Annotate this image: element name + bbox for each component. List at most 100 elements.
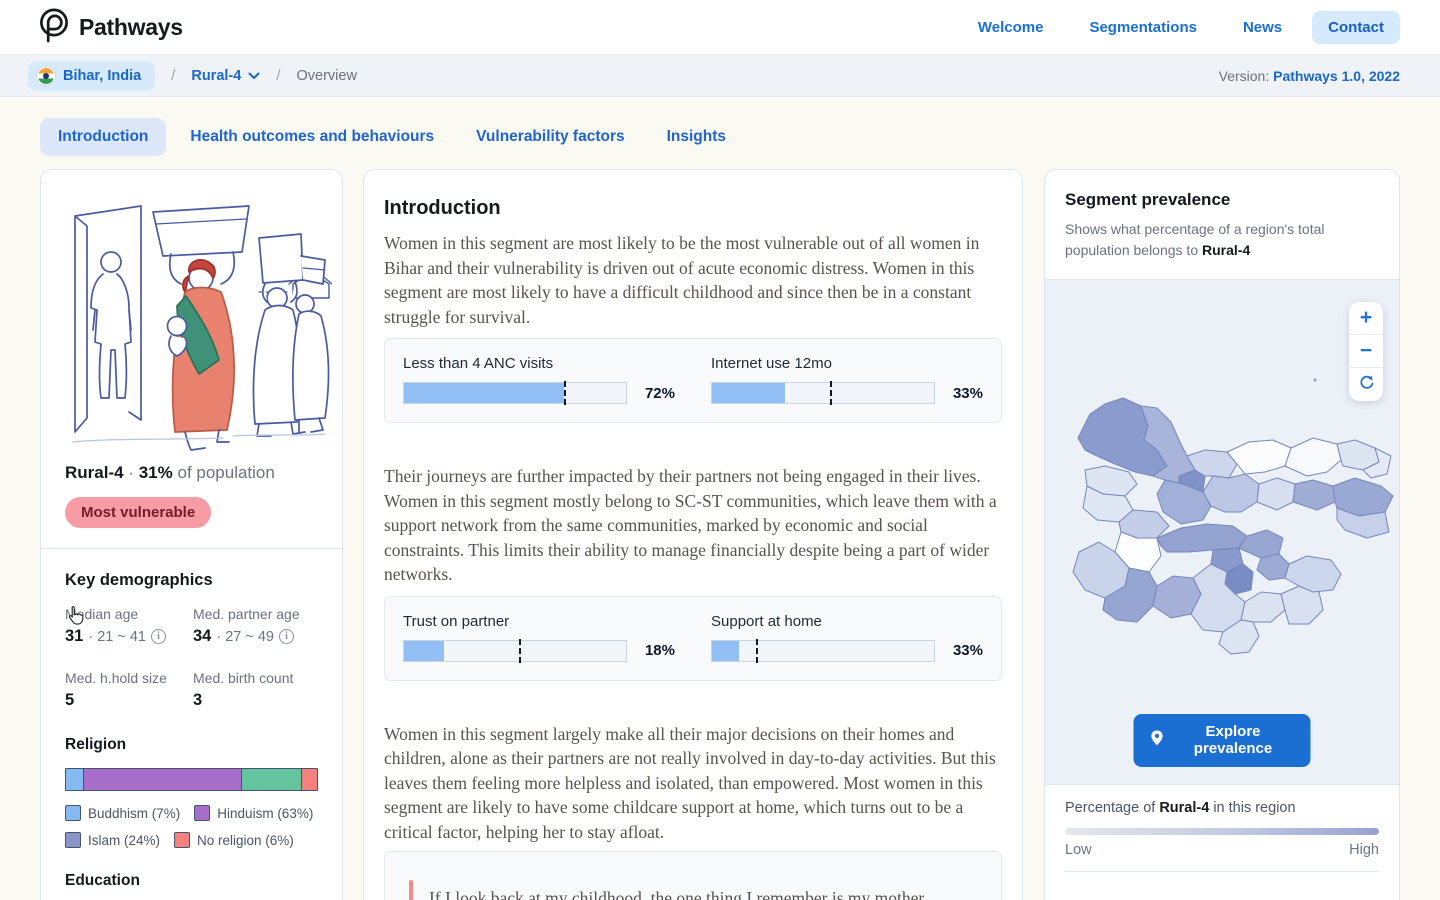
stat-value: 33%: [945, 642, 983, 659]
chevron-down-icon: [248, 68, 260, 84]
breadcrumb-separator: /: [171, 67, 175, 84]
nav-item-contact[interactable]: Contact: [1312, 11, 1400, 44]
prevalence-title: Segment prevalence: [1065, 190, 1379, 210]
religion-title: Religion: [65, 736, 318, 754]
legend-item-buddhism: Buddhism (7%): [65, 805, 180, 821]
stat-anc-visits: Less than 4 ANC visits 72%: [403, 355, 675, 404]
prevalence-description-segment: Rural-4: [1202, 242, 1250, 258]
segment-name-row: Rural-4 · 31% of population: [41, 457, 342, 483]
nav-item-news[interactable]: News: [1227, 11, 1298, 44]
map-reset-button[interactable]: [1349, 368, 1383, 401]
info-icon[interactable]: i: [279, 629, 294, 644]
explore-prevalence-button[interactable]: Explore prevalence: [1134, 714, 1311, 767]
breadcrumb-region-label: Bihar, India: [63, 68, 141, 84]
stat-value: 18%: [637, 642, 675, 659]
demo-range: · 21 ~ 41: [88, 629, 146, 645]
prevalence-scale-caption: Percentage of Rural-4 in this region: [1065, 800, 1379, 816]
legend-swatch: [194, 805, 210, 821]
stat-bar-fill: [712, 641, 739, 661]
segment-population-suffix: of population: [177, 463, 274, 482]
intro-paragraph-2: Their journeys are further impacted by t…: [384, 464, 1002, 587]
demo-value: 5: [65, 691, 74, 710]
legend-label: No religion (6%): [197, 833, 294, 848]
legend-label: Islam (24%): [88, 833, 160, 848]
stat-label: Trust on partner: [403, 613, 675, 630]
scale-low-label: Low: [1065, 842, 1092, 858]
religion-stacked-bar: [65, 768, 318, 791]
prevalence-gradient-scale: [1065, 828, 1379, 835]
stat-label: Less than 4 ANC visits: [403, 355, 675, 372]
quote-text: If I look back at my childhood, the one …: [429, 880, 924, 900]
bihar-choropleth-map[interactable]: [1045, 280, 1399, 786]
stat-label: Internet use 12mo: [711, 355, 983, 372]
brand[interactable]: Pathways: [36, 7, 183, 48]
demo-item-birth-count: Med. birth count 3: [193, 670, 318, 710]
stat-group-1: Less than 4 ANC visits 72% Internet use …: [384, 338, 1002, 423]
stat-average-marker: [830, 381, 832, 405]
demo-range: · 27 ~ 49: [216, 629, 274, 645]
segment-name: Rural-4: [65, 463, 124, 482]
breadcrumb-bar: Bihar, India / Rural-4 / Overview Versio…: [0, 55, 1440, 97]
demo-item-partner-age: Med. partner age 34 · 27 ~ 49 i: [193, 606, 318, 646]
breadcrumb: Bihar, India / Rural-4 / Overview: [28, 61, 357, 91]
demo-label: Med. partner age: [193, 606, 318, 622]
breadcrumb-segment-dropdown[interactable]: Rural-4: [191, 68, 260, 84]
brand-name: Pathways: [79, 14, 183, 41]
legend-label: Hinduism (63%): [217, 806, 313, 821]
version-label: Version:: [1219, 68, 1270, 84]
demo-value: 31: [65, 627, 83, 646]
zoom-out-button[interactable]: −: [1349, 335, 1383, 368]
explore-prevalence-label: Explore prevalence: [1173, 723, 1294, 757]
demo-value: 3: [193, 691, 202, 710]
stat-average-marker: [564, 381, 566, 405]
demo-value: 34: [193, 627, 211, 646]
caption-prefix: Percentage of: [1065, 800, 1159, 816]
segment-population-pct: 31%: [139, 463, 173, 482]
stat-support-at-home: Support at home 33%: [711, 613, 983, 662]
scale-high-label: High: [1349, 842, 1379, 858]
breadcrumb-segment-label: Rural-4: [191, 68, 241, 84]
nav-item-segmentations[interactable]: Segmentations: [1073, 11, 1213, 44]
stat-average-marker: [519, 639, 521, 663]
section-tabs: Introduction Health outcomes and behavio…: [0, 97, 1440, 156]
breadcrumb-region-chip[interactable]: Bihar, India: [28, 61, 155, 91]
prevalence-map[interactable]: + − Explore prevalence: [1045, 279, 1399, 785]
pathways-logo-icon: [36, 7, 70, 48]
legend-swatch: [174, 832, 190, 848]
zoom-in-button[interactable]: +: [1349, 302, 1383, 335]
main-nav: Welcome Segmentations News Contact: [962, 11, 1400, 44]
india-flag-icon: [37, 67, 55, 85]
stat-group-2: Trust on partner 18% Support at home 33%: [384, 596, 1002, 681]
demo-label: Median age: [65, 606, 193, 622]
segment-prevalence-card: Segment prevalence Shows what percentage…: [1044, 169, 1400, 900]
demo-item-median-age: Median age 31 · 21 ~ 41 i: [65, 606, 193, 646]
demo-label: Med. h.hold size: [65, 670, 193, 686]
nav-item-welcome[interactable]: Welcome: [962, 11, 1060, 44]
legend-label: Buddhism (7%): [88, 806, 180, 821]
demo-item-household-size: Med. h.hold size 5: [65, 670, 193, 710]
distribution-segment: [66, 769, 84, 790]
version-value[interactable]: Pathways 1.0, 2022: [1273, 68, 1400, 84]
key-demographics-title: Key demographics: [65, 571, 318, 590]
caption-segment: Rural-4: [1159, 800, 1209, 816]
tab-introduction[interactable]: Introduction: [40, 118, 166, 156]
stat-bar-track: [403, 382, 627, 404]
top-navigation-bar: Pathways Welcome Segmentations News Cont…: [0, 0, 1440, 55]
legend-item-hinduism: Hinduism (63%): [194, 805, 313, 821]
education-title: Education: [65, 872, 318, 890]
tab-vulnerability-factors[interactable]: Vulnerability factors: [458, 118, 642, 156]
stat-bar-track: [711, 382, 935, 404]
most-vulnerable-badge: Most vulnerable: [65, 497, 211, 528]
legend-swatch: [65, 832, 81, 848]
stat-trust-on-partner: Trust on partner 18%: [403, 613, 675, 662]
info-icon[interactable]: i: [151, 629, 166, 644]
tab-insights[interactable]: Insights: [649, 118, 744, 156]
segment-summary-card: Rural-4 · 31% of population Most vulnera…: [40, 169, 343, 900]
tab-health-outcomes[interactable]: Health outcomes and behaviours: [172, 118, 452, 156]
distribution-segment: [302, 769, 317, 790]
dot-separator: ·: [128, 463, 134, 482]
distribution-segment: [84, 769, 242, 790]
testimonial-quote-card: If I look back at my childhood, the one …: [384, 851, 1002, 900]
legend-item-no-religion: No religion (6%): [174, 832, 294, 848]
breadcrumb-separator: /: [276, 67, 280, 84]
